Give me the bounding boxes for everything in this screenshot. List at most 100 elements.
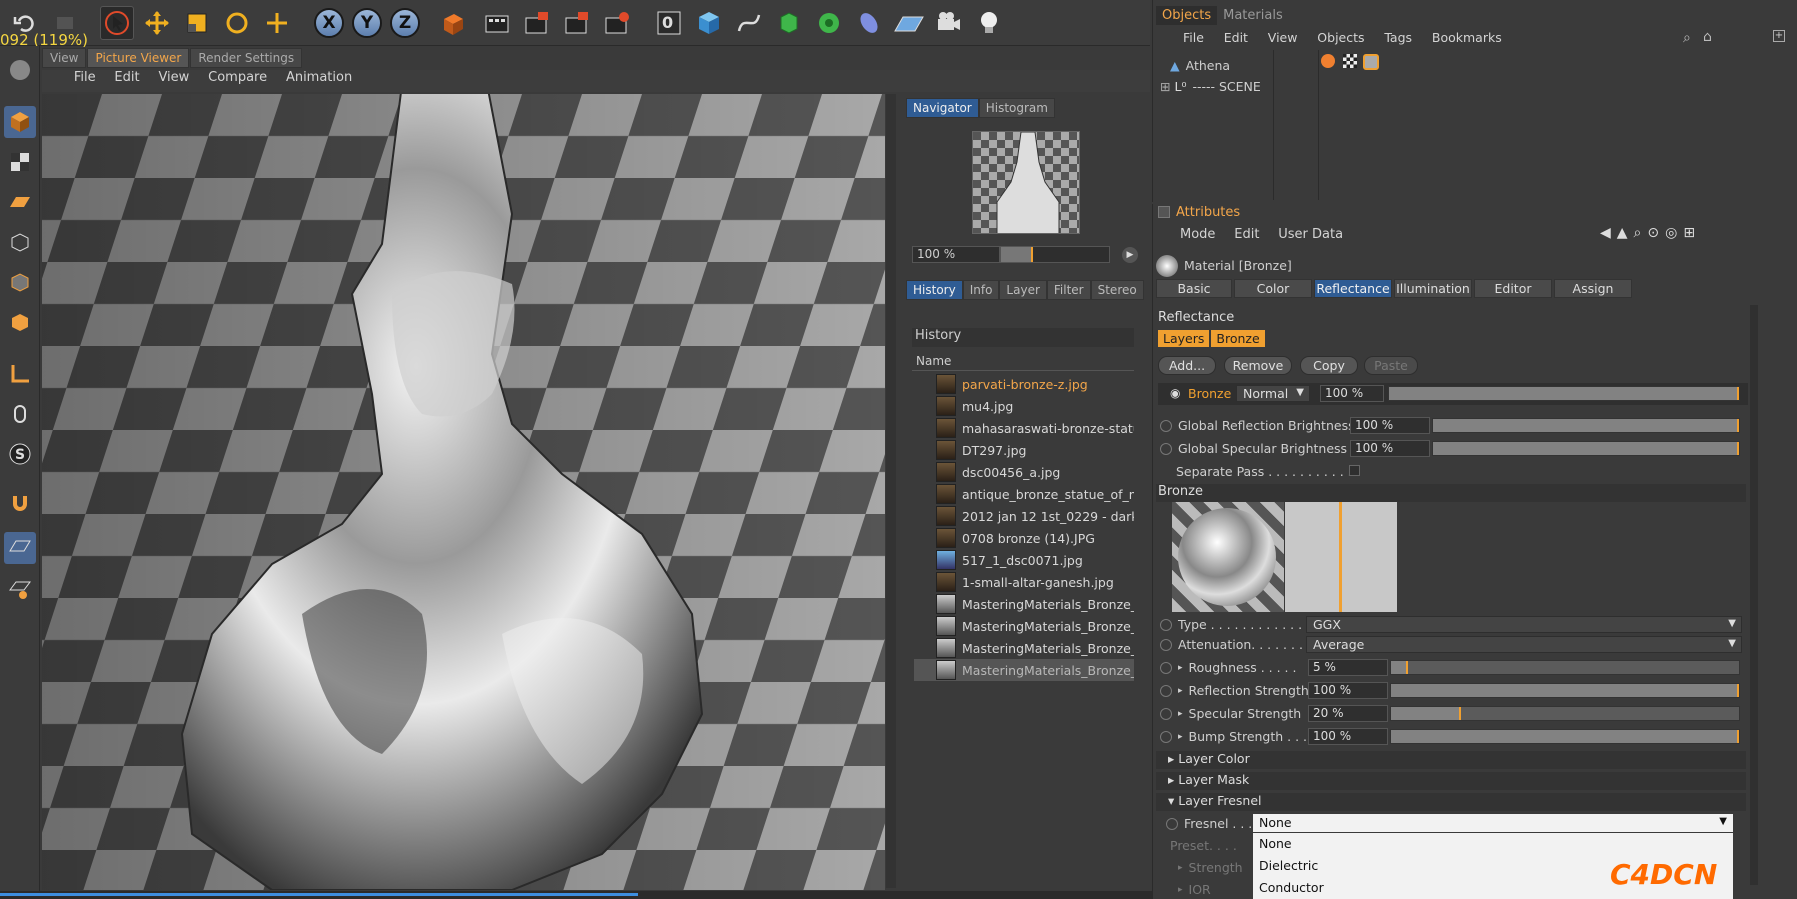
history-item[interactable]: antique_bronze_statue_of_ma bbox=[914, 483, 1134, 505]
menu-edit[interactable]: Edit bbox=[1234, 227, 1259, 242]
navigator-thumbnail[interactable] bbox=[972, 131, 1080, 234]
animation-radio[interactable] bbox=[1160, 730, 1172, 743]
rotate-tool-icon[interactable] bbox=[220, 6, 254, 40]
layer-color-group[interactable]: ▸ Layer Color bbox=[1156, 751, 1746, 769]
history-item[interactable]: DT297.jpg bbox=[914, 439, 1134, 461]
tab-materials[interactable]: Materials bbox=[1217, 6, 1289, 25]
tab-history[interactable]: History bbox=[906, 280, 963, 300]
eye-icon[interactable]: ◉ bbox=[1170, 386, 1180, 400]
history-item[interactable]: 517_1_dsc0071.jpg bbox=[914, 549, 1134, 571]
separate-pass-checkbox[interactable] bbox=[1349, 465, 1360, 476]
edges-mode-icon[interactable] bbox=[4, 266, 36, 298]
history-item[interactable]: MasteringMaterials_Bronze_0 bbox=[914, 593, 1134, 615]
object-row-athena[interactable]: ▲ Athena bbox=[1170, 56, 1230, 74]
attributes-scrollbar[interactable] bbox=[1750, 305, 1758, 885]
history-item[interactable]: 1-small-altar-ganesh.jpg bbox=[914, 571, 1134, 593]
workplane-icon[interactable] bbox=[4, 186, 36, 218]
menu-edit[interactable]: Edit bbox=[1224, 30, 1248, 45]
model-mode-icon[interactable] bbox=[4, 106, 36, 138]
tab-histogram[interactable]: Histogram bbox=[978, 98, 1055, 118]
nurbs-icon[interactable] bbox=[772, 6, 806, 40]
type-dropdown[interactable]: GGX ▼ bbox=[1306, 616, 1742, 633]
global-specular-field[interactable]: 100 % bbox=[1350, 440, 1430, 457]
layer-fresnel-group[interactable]: ▾ Layer Fresnel bbox=[1156, 793, 1746, 811]
texture-mode-icon[interactable] bbox=[4, 146, 36, 178]
array-icon[interactable] bbox=[812, 6, 846, 40]
play-icon[interactable]: ▶ bbox=[1122, 247, 1138, 263]
menu-objects[interactable]: Objects bbox=[1317, 30, 1364, 45]
menu-view[interactable]: View bbox=[158, 70, 189, 85]
navigator-zoom-slider[interactable] bbox=[1000, 246, 1110, 263]
history-item[interactable]: MasteringMaterials_Bronze_0 bbox=[914, 615, 1134, 637]
snap-icon[interactable]: S bbox=[4, 438, 36, 470]
transform-tool-icon[interactable] bbox=[260, 6, 294, 40]
bump-strength-slider[interactable] bbox=[1390, 729, 1740, 744]
menu-animation[interactable]: Animation bbox=[286, 70, 352, 85]
animation-radio[interactable] bbox=[1160, 618, 1172, 631]
expand-arrow-icon[interactable]: ▸ bbox=[1178, 663, 1183, 673]
object-row-scene[interactable]: ⊞ L⁰ ----- SCENE bbox=[1160, 77, 1261, 95]
layer-mask-group[interactable]: ▸ Layer Mask bbox=[1156, 772, 1746, 790]
expand-arrow-icon[interactable]: ▸ bbox=[1178, 709, 1183, 719]
tab-bronze-layer[interactable]: Bronze bbox=[1211, 330, 1265, 347]
tab-reflectance[interactable]: Reflectance bbox=[1314, 279, 1392, 298]
y-axis-button[interactable]: Y bbox=[350, 6, 384, 40]
object-tags[interactable] bbox=[1319, 52, 1389, 72]
history-item[interactable]: MasteringMaterials_Bronze_0 bbox=[914, 637, 1134, 659]
layer-amount-field[interactable]: 100 % bbox=[1320, 385, 1384, 402]
spline-pen-icon[interactable] bbox=[732, 6, 766, 40]
fresnel-dropdown[interactable]: None ▼ bbox=[1253, 814, 1733, 832]
render-image[interactable] bbox=[42, 94, 885, 890]
tab-layers[interactable]: Layers bbox=[1158, 330, 1210, 347]
bump-strength-field[interactable]: 100 % bbox=[1308, 728, 1388, 745]
history-column-name[interactable]: Name bbox=[912, 354, 1134, 371]
navigator-zoom-field[interactable]: 100 % bbox=[912, 246, 1000, 263]
select-tool-icon[interactable] bbox=[100, 6, 134, 40]
menu-tags[interactable]: Tags bbox=[1384, 30, 1412, 45]
tab-editor[interactable]: Editor bbox=[1474, 279, 1552, 298]
home-icon[interactable]: ⌂ bbox=[1703, 29, 1712, 45]
viewport-globe-icon[interactable] bbox=[4, 54, 36, 86]
copy-layer-button[interactable]: Copy bbox=[1300, 356, 1358, 375]
menu-view[interactable]: View bbox=[1268, 30, 1298, 45]
points-mode-icon[interactable] bbox=[4, 226, 36, 258]
layer-mode-dropdown[interactable]: Normal ▼ bbox=[1236, 385, 1310, 402]
tab-basic[interactable]: Basic bbox=[1156, 279, 1232, 298]
global-specular-slider[interactable] bbox=[1432, 441, 1740, 456]
roughness-slider[interactable] bbox=[1390, 660, 1740, 675]
roughness-field[interactable]: 5 % bbox=[1308, 659, 1388, 676]
history-item[interactable]: 0708 bronze (14).JPG bbox=[914, 527, 1134, 549]
tab-view[interactable]: View bbox=[42, 48, 87, 68]
remove-layer-button[interactable]: Remove bbox=[1224, 356, 1292, 375]
deformer-icon[interactable] bbox=[852, 6, 886, 40]
attenuation-dropdown[interactable]: Average ▼ bbox=[1306, 636, 1742, 653]
menu-bookmarks[interactable]: Bookmarks bbox=[1432, 30, 1502, 45]
menu-edit[interactable]: Edit bbox=[114, 70, 139, 85]
x-axis-button[interactable]: X bbox=[312, 6, 346, 40]
paste-layer-button[interactable]: Paste bbox=[1364, 356, 1418, 375]
animation-radio[interactable] bbox=[1160, 661, 1172, 674]
attributes-nav-icons[interactable]: ◀▲⌕⊙◎⊞ bbox=[1600, 225, 1701, 241]
axis-mode-icon[interactable] bbox=[4, 358, 36, 390]
tab-assign[interactable]: Assign bbox=[1554, 279, 1632, 298]
object-mode-icon[interactable]: 0 bbox=[652, 6, 686, 40]
reflection-strength-slider[interactable] bbox=[1390, 683, 1740, 698]
tab-color[interactable]: Color bbox=[1234, 279, 1312, 298]
scale-tool-icon[interactable] bbox=[180, 6, 214, 40]
tab-render-settings[interactable]: Render Settings bbox=[190, 48, 303, 68]
history-item[interactable]: 2012 jan 12 1st_0229 - dark bbox=[914, 505, 1134, 527]
texture-tag-icon[interactable] bbox=[1342, 54, 1357, 68]
layer-amount-slider[interactable] bbox=[1388, 386, 1740, 401]
specular-strength-field[interactable]: 20 % bbox=[1308, 705, 1388, 722]
reflection-strength-field[interactable]: 100 % bbox=[1308, 682, 1388, 699]
layer-name[interactable]: Bronze bbox=[1188, 386, 1231, 401]
render-region-icon[interactable] bbox=[520, 6, 554, 40]
tab-navigator[interactable]: Navigator bbox=[906, 98, 979, 118]
history-item[interactable]: mahasaraswati-bronze-statue bbox=[914, 417, 1134, 439]
history-item[interactable]: dsc00456_a.jpg bbox=[914, 461, 1134, 483]
animation-radio[interactable] bbox=[1160, 638, 1172, 651]
tab-info[interactable]: Info bbox=[962, 280, 1000, 300]
render-picture-viewer-icon[interactable] bbox=[560, 6, 594, 40]
animation-radio[interactable] bbox=[1160, 684, 1172, 697]
z-axis-button[interactable]: Z bbox=[388, 6, 422, 40]
